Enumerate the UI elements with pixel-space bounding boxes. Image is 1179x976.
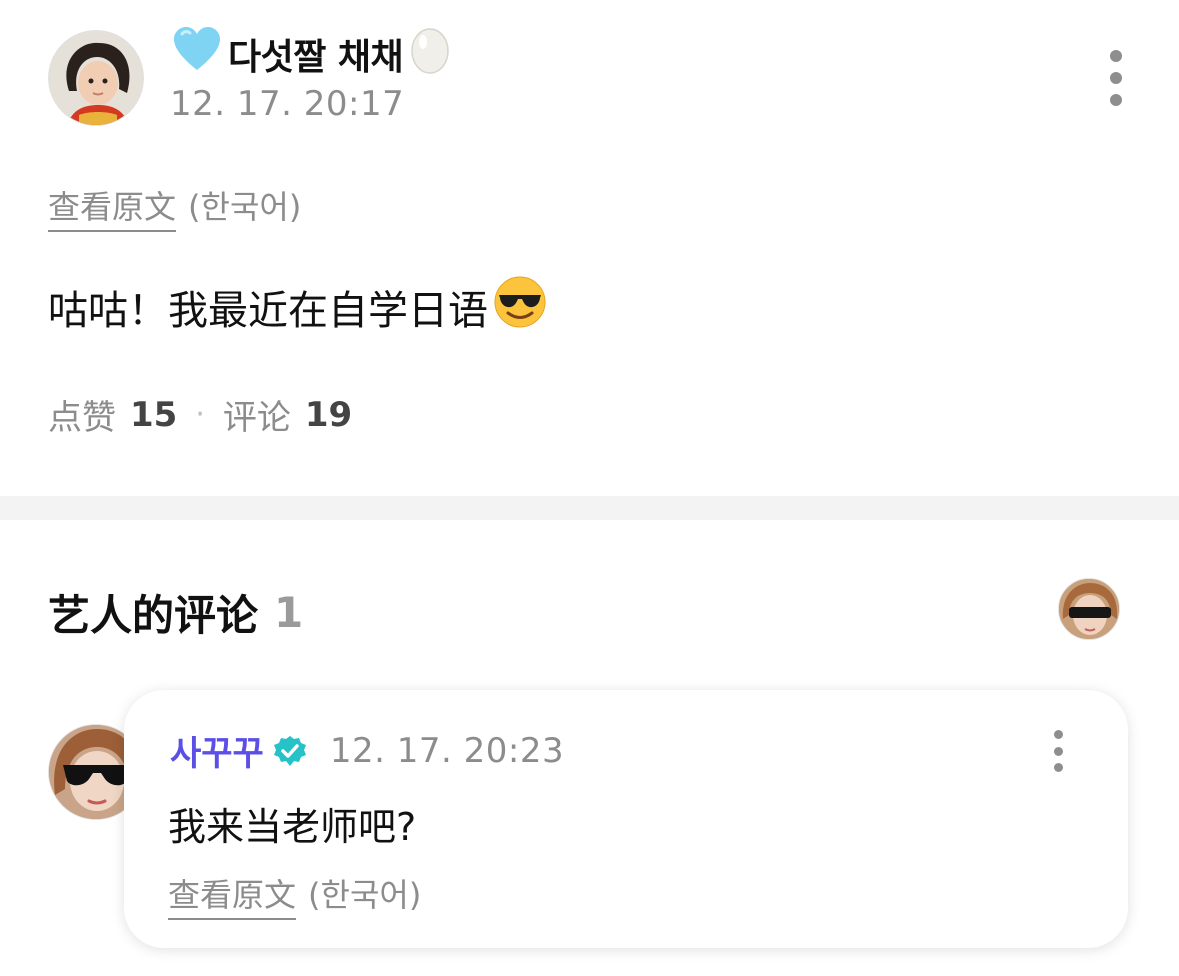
artist-comments-title: 艺人的评论 xyxy=(48,591,259,640)
artist-comment-card: 사꾸꾸 12. 17. 20:23 我来当老师吧? 查看原文 (한국어) xyxy=(124,690,1128,948)
author-name: 다섯짤 채채 xyxy=(228,36,404,78)
comment-more-options-icon[interactable] xyxy=(1048,730,1068,772)
comment-header: 사꾸꾸 12. 17. 20:23 xyxy=(170,726,564,775)
artist-avatar-small[interactable] xyxy=(1058,578,1120,640)
likes-count: 15 xyxy=(130,394,178,435)
original-language-label: (한국어) xyxy=(188,188,302,226)
comment-original-language-label: (한국어) xyxy=(308,876,422,914)
post-body: 咕咕！我最近在自学日语 xyxy=(48,276,546,338)
artist-comments-count: 1 xyxy=(274,588,304,637)
comment-view-original-link[interactable]: 查看原文 xyxy=(168,870,297,920)
post: 다섯짤 채채 12. 17. 20:17 查看原文 (한국어) 咕咕！我最近在自… xyxy=(0,0,1179,496)
post-stats: 点赞 15 · 评论 19 xyxy=(48,390,352,439)
smiling-face-with-sunglasses-icon xyxy=(494,276,546,338)
author-name-row[interactable]: 다섯짤 채채 xyxy=(172,24,451,83)
likes-label[interactable]: 点赞 xyxy=(48,390,116,439)
view-original-link[interactable]: 查看原文 xyxy=(48,182,177,232)
stats-separator: · xyxy=(195,397,205,432)
comment-translate-row: 查看原文 (한국어) xyxy=(168,870,421,920)
post-translate-row: 查看原文 (한국어) xyxy=(48,182,301,232)
author-avatar[interactable] xyxy=(48,30,144,126)
section-divider xyxy=(0,496,1179,520)
commenter-name[interactable]: 사꾸꾸 xyxy=(170,726,264,775)
comment-text: 我来当老师吧? xyxy=(168,805,417,849)
post-timestamp: 12. 17. 20:17 xyxy=(170,84,405,124)
comments-label[interactable]: 评论 xyxy=(223,390,291,439)
comment-timestamp: 12. 17. 20:23 xyxy=(329,730,565,771)
verified-badge-icon xyxy=(272,733,308,769)
post-text: 咕咕！我最近在自学日语 xyxy=(48,288,488,334)
egg-icon xyxy=(409,24,451,83)
post-more-options-icon[interactable] xyxy=(1100,50,1132,106)
artist-comments-header: 艺人的评论 1 xyxy=(48,582,303,643)
comments-count: 19 xyxy=(304,394,353,435)
light-blue-heart-icon xyxy=(172,26,222,81)
